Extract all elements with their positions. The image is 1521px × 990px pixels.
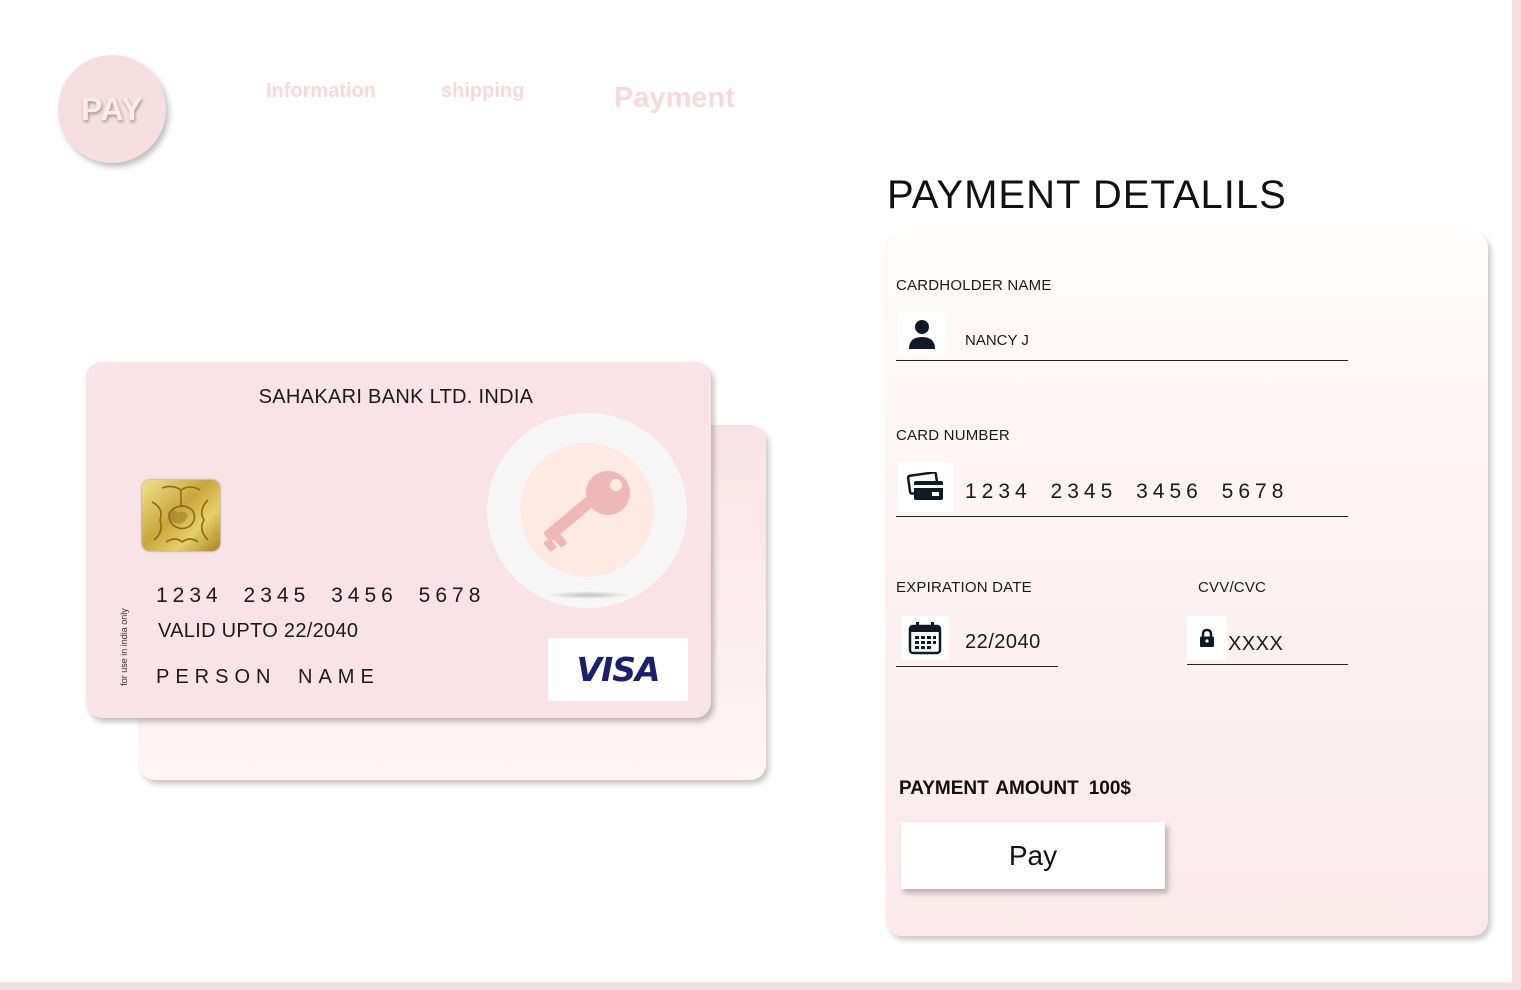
credit-card-preview: SAHAKARI BANK LTD. INDIA 1234 2345 3456 … <box>86 362 711 718</box>
logo-text: PAY <box>81 90 143 127</box>
card-holder-name: PERSON NAME <box>156 666 380 688</box>
step-payment[interactable]: Payment <box>614 82 735 115</box>
page-edge-bottom <box>0 982 1521 990</box>
cvv-field[interactable]: XXXX <box>1228 633 1283 656</box>
step-shipping[interactable]: shipping <box>441 80 524 103</box>
payment-amount-value: 100$ <box>1088 778 1131 799</box>
visa-logo: VISA <box>548 638 688 701</box>
page-edge-right <box>1512 0 1521 990</box>
cardholder-field[interactable]: NANCY J <box>965 332 1029 349</box>
key-icon <box>543 471 630 552</box>
calendar-icon <box>901 616 949 660</box>
user-icon <box>898 312 946 356</box>
step-information[interactable]: Information <box>266 80 376 103</box>
cardholder-label: CARDHOLDER NAME <box>896 277 1052 294</box>
card-number-field[interactable]: 1234 2345 3456 5678 <box>965 480 1288 504</box>
credit-card-icon <box>898 462 953 512</box>
payment-amount-label: PAYMENT AMOUNT <box>899 778 1079 799</box>
lock-icon <box>1187 616 1227 660</box>
pay-button[interactable]: Pay <box>901 822 1165 889</box>
cvv-underline <box>1187 664 1348 665</box>
cardholder-underline <box>896 360 1348 361</box>
sim-chip-icon <box>142 480 220 551</box>
key-badge <box>487 413 687 608</box>
card-number-underline <box>896 516 1348 517</box>
key-icon-background <box>520 443 654 577</box>
expiration-underline <box>896 666 1058 667</box>
payment-page: PAY Information shipping Payment SAHAKAR… <box>0 0 1521 990</box>
expiration-field[interactable]: 22/2040 <box>965 631 1041 654</box>
cvv-label: CVV/CVC <box>1198 579 1267 596</box>
bank-name: SAHAKARI BANK LTD. INDIA <box>258 386 534 408</box>
expiration-label: EXPIRATION DATE <box>896 579 1032 596</box>
card-valid-upto: VALID UPTO 22/2040 <box>158 620 359 642</box>
logo[interactable]: PAY <box>58 55 166 163</box>
card-number-label: CARD NUMBER <box>896 427 1010 444</box>
key-badge-shadow <box>546 591 630 599</box>
payment-form: CARDHOLDER NAME NANCY J CARD NUMBER 1234… <box>886 232 1488 936</box>
payment-amount: PAYMENT AMOUNT 100$ <box>899 778 1131 800</box>
card-number-display: 1234 2345 3456 5678 <box>156 584 486 607</box>
visa-text: VISA <box>576 650 660 689</box>
card-side-text: for use in india only <box>119 608 129 686</box>
page-title: PAYMENT DETALILS <box>887 173 1287 217</box>
